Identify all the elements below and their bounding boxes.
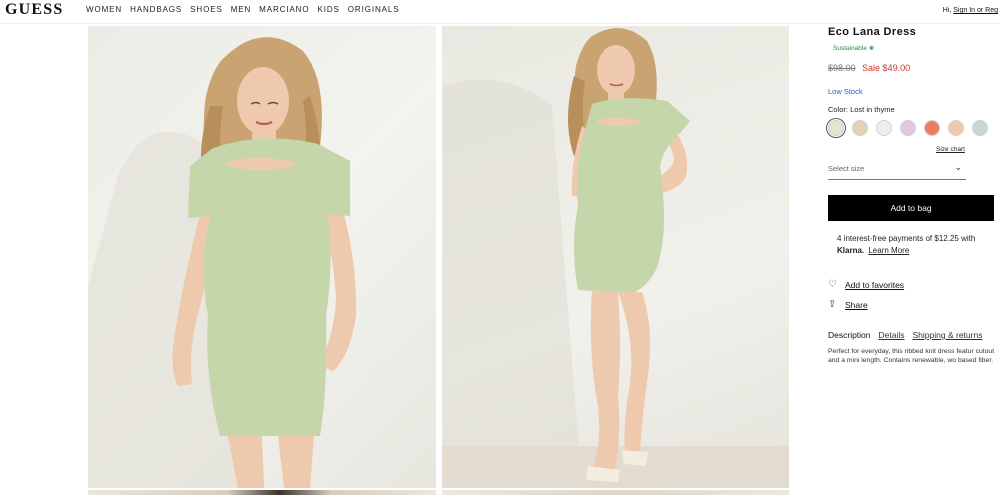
- swatch-lilac[interactable]: [900, 120, 916, 136]
- tab-shipping-returns[interactable]: Shipping & returns: [913, 330, 983, 340]
- swatch-tan[interactable]: [852, 120, 868, 136]
- klarna-logo: Klarna.: [837, 246, 865, 255]
- model-photo-front: [88, 37, 357, 488]
- swatch-ivory-pattern[interactable]: [876, 120, 892, 136]
- account-links: Hi, Sign In or Reg: [943, 7, 998, 14]
- swatch-coral[interactable]: [924, 120, 940, 136]
- main-nav: WOMEN HANDBAGS SHOES MEN MARCIANO KIDS O…: [86, 5, 399, 14]
- klarna-installments: 4 interest-free payments of $12.25 with: [837, 234, 976, 243]
- product-details-panel: Eco Lana Dress Sustainable ❀ $98.00 Sale…: [828, 24, 1000, 495]
- nav-women[interactable]: WOMEN: [86, 5, 122, 14]
- heart-icon: ♡: [828, 279, 837, 290]
- swatch-peach[interactable]: [948, 120, 964, 136]
- nav-handbags[interactable]: HANDBAGS: [130, 5, 182, 14]
- chevron-down-icon: ⌄: [954, 162, 962, 172]
- next-image-strip-left: [88, 490, 436, 495]
- share-row[interactable]: ⇪ Share: [828, 299, 1000, 310]
- guess-logo[interactable]: GUESS: [5, 1, 63, 19]
- signin-link[interactable]: Sign In or Reg: [953, 7, 998, 14]
- sustainable-label: Sustainable: [833, 45, 867, 52]
- size-select[interactable]: Select size ⌄: [828, 160, 966, 180]
- tab-details[interactable]: Details: [879, 330, 905, 340]
- size-select-placeholder: Select size: [828, 164, 865, 173]
- sustainable-badge: Sustainable ❀: [833, 44, 1000, 52]
- site-header: GUESS WOMEN HANDBAGS SHOES MEN MARCIANO …: [0, 0, 1000, 24]
- tab-description[interactable]: Description: [828, 330, 871, 340]
- color-label: Color: Lost in thyme: [828, 105, 895, 114]
- product-description: Perfect for everyday, this ribbed knit d…: [828, 348, 995, 364]
- add-to-favorites-link[interactable]: Add to favorites: [845, 280, 904, 290]
- model-photo-side: [442, 28, 789, 488]
- info-tabs: Description Details Shipping & returns: [828, 330, 1000, 340]
- klarna-learn-more-link[interactable]: Learn More: [868, 246, 909, 255]
- sale-price: Sale $49.00: [862, 63, 911, 73]
- swatch-lost-in-thyme[interactable]: [828, 120, 844, 136]
- original-price: $98.00: [828, 63, 856, 73]
- next-image-strip-right: [442, 490, 789, 495]
- nav-kids[interactable]: KIDS: [318, 5, 340, 14]
- product-title: Eco Lana Dress: [828, 26, 917, 38]
- add-to-bag-button[interactable]: Add to bag: [828, 195, 994, 221]
- product-image-side[interactable]: [442, 26, 789, 488]
- color-swatches: [828, 120, 1000, 136]
- add-to-favorites-row[interactable]: ♡ Add to favorites: [828, 279, 1000, 290]
- share-icon: ⇪: [828, 299, 837, 310]
- nav-shoes[interactable]: SHOES: [190, 5, 223, 14]
- swatch-sage-grey[interactable]: [972, 120, 988, 136]
- nav-marciano[interactable]: MARCIANO: [259, 5, 309, 14]
- nav-originals[interactable]: ORIGINALS: [348, 5, 400, 14]
- klarna-message: 4 interest-free payments of $12.25 with …: [837, 233, 1000, 257]
- product-image-front[interactable]: [88, 26, 436, 488]
- price-row: $98.00 Sale $49.00: [828, 63, 1000, 73]
- nav-men[interactable]: MEN: [231, 5, 251, 14]
- greeting: Hi,: [942, 7, 952, 14]
- stock-status: Low Stock: [828, 87, 863, 96]
- size-chart-link[interactable]: Size chart: [936, 146, 1000, 153]
- share-link[interactable]: Share: [845, 300, 868, 310]
- leaf-icon: ❀: [868, 45, 875, 52]
